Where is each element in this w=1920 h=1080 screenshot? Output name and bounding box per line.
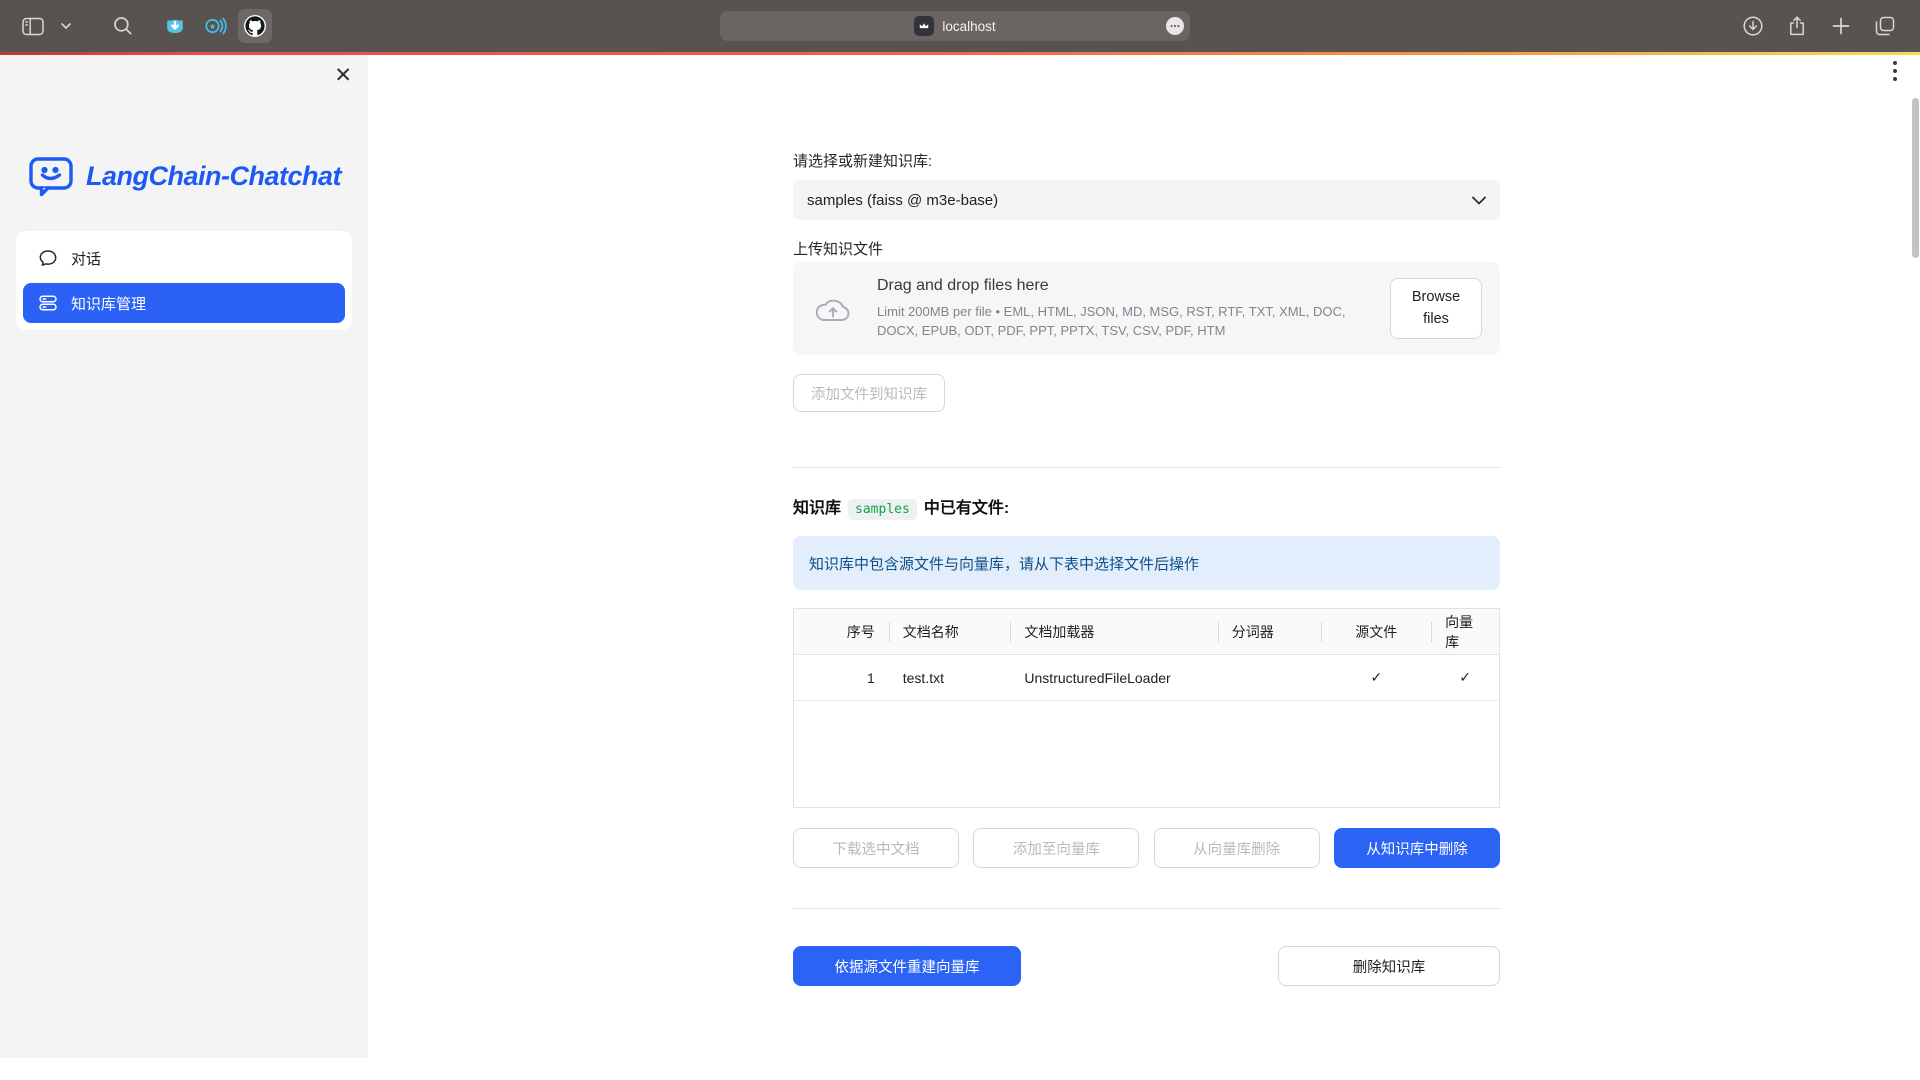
nav-item-label: 知识库管理	[71, 293, 146, 314]
column-header-doc-name[interactable]: 文档名称	[889, 609, 1011, 654]
sidebar-chevron-button[interactable]	[56, 9, 76, 43]
uploader-label: 上传知识文件	[793, 240, 1500, 260]
toolbar-left-group	[0, 9, 272, 43]
nav-item-dialogue[interactable]: 对话	[23, 238, 345, 278]
dropzone-title: Drag and drop files here	[877, 277, 1390, 295]
chat-icon	[38, 248, 58, 268]
main-content: 请选择或新建知识库: samples (faiss @ m3e-base) 上传…	[368, 55, 1920, 1080]
info-banner: 知识库中包含源文件与向量库，请从下表中选择文件后操作	[793, 536, 1500, 590]
cloud-upload-icon	[811, 293, 855, 325]
new-tab-button[interactable]	[1824, 9, 1858, 43]
column-header-loader[interactable]: 文档加载器	[1010, 609, 1217, 654]
kb-heading-prefix: 知识库	[793, 500, 841, 517]
cat-catch-icon	[163, 14, 187, 38]
kb-select-label: 请选择或新建知识库:	[793, 152, 1500, 172]
search-button[interactable]	[106, 9, 140, 43]
chevron-down-icon	[1472, 196, 1486, 205]
add-files-to-kb-button[interactable]: 添加文件到知识库	[793, 374, 945, 412]
app-menu-button[interactable]	[1892, 60, 1898, 82]
app-logo-text: LangChain-Chatchat	[86, 161, 341, 192]
table-header-row: 序号 文档名称 文档加载器 分词器 源文件 向量库	[794, 609, 1499, 655]
page-content: 请选择或新建知识库: samples (faiss @ m3e-base) 上传…	[793, 152, 1500, 986]
share-icon	[1786, 15, 1808, 37]
share-button[interactable]	[1780, 9, 1814, 43]
cell-vector-check: ✓	[1431, 655, 1499, 700]
nav-item-kb-management[interactable]: 知识库管理	[23, 283, 345, 323]
kb-files-heading: 知识库 samples 中已有文件:	[793, 498, 1500, 521]
broadcast-circles-icon	[203, 14, 227, 38]
section-divider	[793, 467, 1500, 468]
downloads-button[interactable]	[1736, 9, 1770, 43]
chevron-down-icon	[61, 23, 71, 29]
kebab-menu-icon	[1892, 60, 1898, 82]
kb-heading-suffix: 中已有文件:	[924, 500, 1009, 517]
media-extension-button[interactable]	[198, 9, 232, 43]
delete-from-kb-button[interactable]: 从知识库中删除	[1334, 828, 1500, 868]
info-banner-text: 知识库中包含源文件与向量库，请从下表中选择文件后操作	[809, 553, 1199, 574]
rebuild-vector-store-button[interactable]: 依据源文件重建向量库	[793, 946, 1021, 986]
column-header-source-file[interactable]: 源文件	[1321, 609, 1431, 654]
sidebar-toggle-icon	[22, 17, 44, 36]
file-dropzone[interactable]: Drag and drop files here Limit 200MB per…	[793, 262, 1500, 355]
table-actions: 下载选中文档 添加至向量库 从向量库删除 从知识库中删除	[793, 828, 1500, 868]
github-icon	[243, 14, 267, 38]
kb-bottom-actions: 依据源文件重建向量库 删除知识库	[793, 946, 1500, 986]
dropzone-hint: Limit 200MB per file • EML, HTML, JSON, …	[877, 302, 1390, 341]
cell-loader: UnstructuredFileLoader	[1010, 655, 1217, 700]
kb-files-table[interactable]: 序号 文档名称 文档加载器 分词器 源文件 向量库 1 test.txt Uns…	[793, 608, 1500, 808]
kb-select[interactable]: samples (faiss @ m3e-base)	[793, 180, 1500, 220]
address-bar[interactable]: localhost	[720, 11, 1190, 41]
nav-item-label: 对话	[71, 248, 101, 269]
app-logo: LangChain-Chatchat	[28, 155, 341, 197]
close-icon: ✕	[334, 63, 352, 87]
github-extension-button[interactable]	[238, 9, 272, 43]
sidebar-close-button[interactable]: ✕	[334, 65, 352, 86]
tabs-icon	[1874, 15, 1896, 37]
column-header-index[interactable]: 序号	[794, 609, 889, 654]
delete-from-vector-store-button[interactable]: 从向量库删除	[1154, 828, 1320, 868]
browse-files-button[interactable]: Browse files	[1390, 278, 1482, 339]
app-sidebar: ✕ LangChain-Chatchat 对话	[0, 55, 368, 1080]
sidebar-toggle-button[interactable]	[16, 9, 50, 43]
sidebar-nav: 对话 知识库管理	[16, 231, 352, 330]
section-divider	[793, 908, 1500, 909]
chat-bubble-logo-icon	[28, 155, 74, 197]
sidebar-bottom-strip	[0, 1058, 368, 1080]
column-header-splitter[interactable]: 分词器	[1218, 609, 1322, 654]
site-favicon	[914, 16, 934, 36]
search-icon	[113, 16, 133, 36]
add-to-vector-store-button[interactable]: 添加至向量库	[973, 828, 1139, 868]
column-header-vector-store[interactable]: 向量库	[1431, 609, 1499, 654]
download-icon	[1742, 15, 1764, 37]
kb-heading-code: samples	[848, 499, 917, 520]
cell-index: 1	[794, 655, 889, 700]
kb-select-value: samples (faiss @ m3e-base)	[807, 192, 998, 209]
plus-icon	[1831, 16, 1851, 36]
cell-splitter	[1218, 655, 1322, 700]
address-url: localhost	[942, 19, 995, 34]
tab-overview-button[interactable]	[1868, 9, 1902, 43]
dropzone-texts: Drag and drop files here Limit 200MB per…	[877, 277, 1390, 341]
toolbar-right-group	[1736, 0, 1902, 52]
knowledge-base-stack-icon	[38, 293, 58, 313]
page-settings-icon[interactable]	[1166, 17, 1184, 35]
download-selected-button[interactable]: 下载选中文档	[793, 828, 959, 868]
scrollbar-thumb[interactable]	[1912, 98, 1919, 258]
browser-toolbar: localhost	[0, 0, 1920, 52]
cell-source-check: ✓	[1321, 655, 1431, 700]
cell-doc-name: test.txt	[889, 655, 1011, 700]
cat-catch-extension-button[interactable]	[158, 9, 192, 43]
table-row[interactable]: 1 test.txt UnstructuredFileLoader ✓ ✓	[794, 655, 1499, 701]
delete-kb-button[interactable]: 删除知识库	[1278, 946, 1500, 986]
